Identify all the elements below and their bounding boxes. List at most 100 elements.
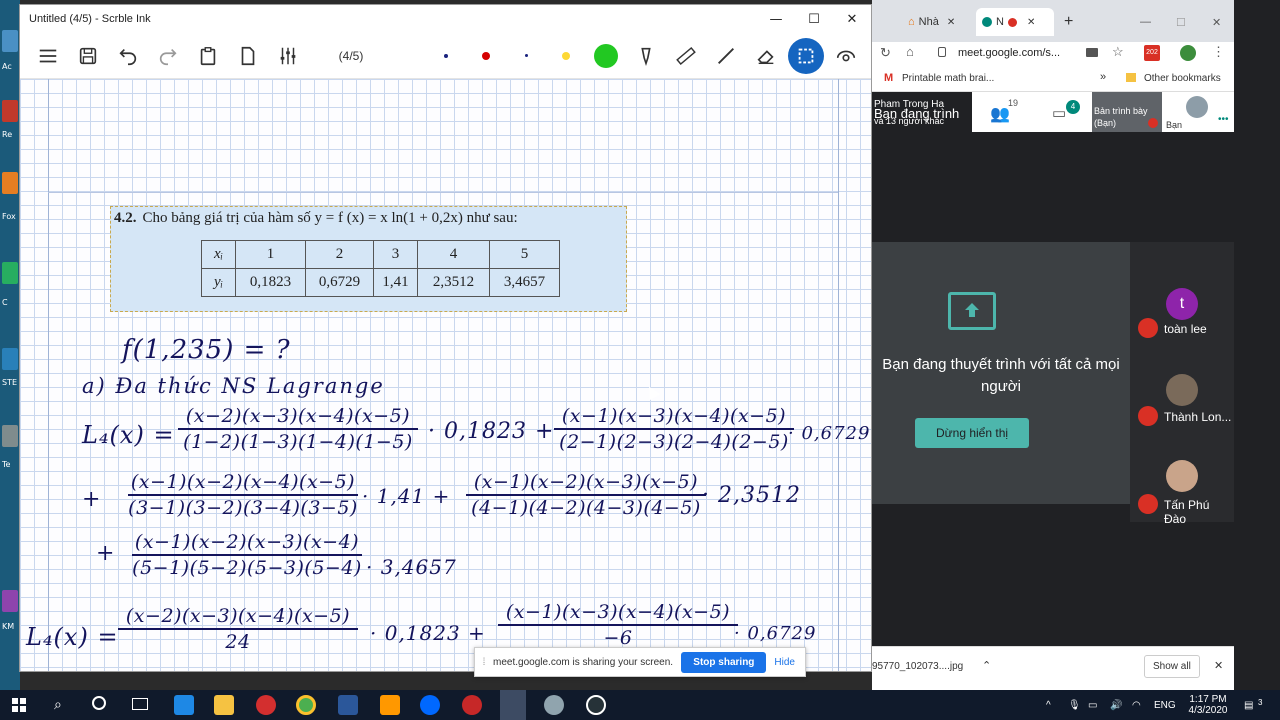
tab-nha[interactable]: ⌂ Nhà ✕ bbox=[902, 8, 970, 36]
page-icon[interactable] bbox=[228, 36, 268, 76]
new-tab-button[interactable]: + bbox=[1058, 8, 1073, 36]
windows-start-icon[interactable] bbox=[12, 698, 26, 712]
hide-button[interactable]: Hide bbox=[774, 657, 795, 668]
volume-icon[interactable]: 🔊 bbox=[1110, 690, 1122, 720]
desktop-icon[interactable] bbox=[2, 348, 18, 370]
star-icon[interactable]: ☆ bbox=[1112, 44, 1124, 60]
download-file-name[interactable]: 95770_102073....jpg bbox=[872, 661, 963, 672]
fraction-term-5: (x−1)(x−2)(x−3)(x−4) (5−1)(5−2)(5−3)(5−4… bbox=[132, 531, 362, 579]
stop-sharing-button[interactable]: Stop sharing bbox=[681, 651, 767, 673]
language-indicator[interactable]: ENG bbox=[1154, 690, 1176, 720]
app-icon[interactable] bbox=[256, 695, 276, 715]
desktop-icon[interactable] bbox=[2, 100, 18, 122]
show-all-button[interactable]: Show all bbox=[1144, 655, 1200, 678]
battery-icon[interactable]: ▭ bbox=[1088, 690, 1097, 720]
zalo-icon[interactable] bbox=[420, 695, 440, 715]
page-indicator: (4/5) bbox=[338, 48, 364, 63]
chrome-maximize-button[interactable]: ☐ bbox=[1170, 8, 1186, 36]
notification-icon[interactable]: ▤ bbox=[1244, 690, 1253, 720]
maximize-button[interactable]: ☐ bbox=[795, 5, 833, 33]
word-icon[interactable] bbox=[338, 695, 358, 715]
undo-icon[interactable] bbox=[108, 36, 148, 76]
bookmark-item[interactable]: Printable math brai... bbox=[902, 73, 994, 84]
sliders-icon[interactable] bbox=[268, 36, 308, 76]
more-menu-icon[interactable]: ⋮ bbox=[1212, 44, 1225, 60]
view-icon[interactable] bbox=[826, 36, 866, 76]
microphone-icon[interactable]: 🎙 bbox=[1068, 690, 1081, 720]
tab-close-icon[interactable]: ✕ bbox=[947, 17, 955, 28]
home-icon[interactable]: ⌂ bbox=[906, 44, 914, 59]
url-field[interactable]: meet.google.com/s... bbox=[958, 47, 1060, 59]
search-icon[interactable]: ⌕ bbox=[54, 696, 62, 713]
app-icon[interactable] bbox=[462, 695, 482, 715]
save-icon[interactable] bbox=[68, 36, 108, 76]
eraser-icon[interactable] bbox=[746, 36, 786, 76]
task-view-icon[interactable] bbox=[132, 698, 148, 710]
bookmarks-overflow[interactable]: » bbox=[1100, 71, 1106, 83]
reload-icon[interactable]: ↻ bbox=[880, 45, 891, 61]
app-icon[interactable] bbox=[586, 695, 606, 715]
scrble-taskbar-icon[interactable] bbox=[500, 690, 526, 720]
desktop-icon[interactable] bbox=[2, 590, 18, 612]
drag-handle-icon[interactable]: ⁞ bbox=[475, 657, 493, 668]
paste-icon[interactable] bbox=[188, 36, 228, 76]
edge-icon[interactable] bbox=[174, 695, 194, 715]
redo-icon[interactable] bbox=[148, 36, 188, 76]
title-bar[interactable]: Untitled (4/5) - Scrble Ink — ☐ ✕ bbox=[20, 5, 871, 33]
profile-avatar[interactable] bbox=[1180, 45, 1196, 61]
pasted-problem-image[interactable]: 4.2. Cho bảng giá trị của hàm số y = f (x… bbox=[110, 206, 627, 312]
wifi-icon[interactable]: ◠ bbox=[1132, 690, 1141, 720]
presentation-tile[interactable]: Bản trình bày (Bạn) bbox=[1092, 92, 1162, 132]
participant-avatar[interactable] bbox=[1166, 374, 1198, 406]
pen-icon[interactable] bbox=[626, 36, 666, 76]
chrome-taskbar-icon[interactable] bbox=[296, 695, 316, 715]
tray-chevron-icon[interactable]: ^ bbox=[1046, 690, 1051, 720]
desktop-icon[interactable] bbox=[2, 425, 18, 447]
desktop-icon[interactable] bbox=[2, 262, 18, 284]
presenter-tile[interactable]: Pham Trong Ha Bạn đang trình và 13 người… bbox=[872, 92, 972, 132]
people-icon[interactable]: 👥 bbox=[990, 104, 1010, 124]
extension-badge[interactable]: 202 bbox=[1144, 45, 1160, 61]
close-button[interactable]: ✕ bbox=[833, 5, 871, 33]
clock[interactable]: 1:17 PM 4/3/2020 bbox=[1184, 690, 1232, 720]
participant-name: Tấn Phú Đào bbox=[1164, 498, 1210, 526]
line-icon[interactable] bbox=[706, 36, 746, 76]
chrome-close-button[interactable]: ✕ bbox=[1206, 8, 1221, 36]
file-explorer-icon[interactable] bbox=[214, 695, 234, 715]
fraction-term-3: (x−1)(x−2)(x−4)(x−5) (3−1)(3−2)(3−4)(3−5… bbox=[128, 471, 358, 519]
mic-off-icon bbox=[1138, 318, 1158, 338]
pen-color-green[interactable] bbox=[586, 36, 626, 76]
app-icon[interactable] bbox=[544, 695, 564, 715]
tab-meet[interactable]: N ✕ bbox=[976, 8, 1054, 36]
download-close-icon[interactable]: ✕ bbox=[1214, 659, 1223, 672]
cortana-icon[interactable] bbox=[92, 696, 106, 710]
drawing-canvas[interactable]: 4.2. Cho bảng giá trị của hàm số y = f (x… bbox=[20, 79, 871, 671]
chat-icon[interactable]: ▭ bbox=[1052, 104, 1066, 122]
table-cell: 4 bbox=[417, 240, 490, 269]
pen-color-navy-small[interactable] bbox=[426, 36, 466, 76]
my-avatar[interactable] bbox=[1186, 96, 1208, 118]
camera-icon[interactable] bbox=[1086, 48, 1098, 57]
pen-color-yellow[interactable] bbox=[546, 36, 586, 76]
participant-avatar[interactable]: t bbox=[1166, 288, 1198, 320]
minimize-button[interactable]: — bbox=[757, 5, 795, 33]
menu-icon[interactable] bbox=[28, 36, 68, 76]
chevron-up-icon[interactable]: ⌃ bbox=[982, 659, 991, 672]
participants-column: t toàn lee Thành Lon... Tấn Phú Đào bbox=[1130, 242, 1234, 526]
participant-avatar[interactable] bbox=[1166, 460, 1198, 492]
select-icon[interactable] bbox=[788, 37, 824, 74]
ruler-icon[interactable] bbox=[666, 36, 706, 76]
stop-presenting-button[interactable]: Dừng hiển thị bbox=[915, 418, 1029, 448]
pen-color-navy-tiny[interactable] bbox=[506, 36, 546, 76]
other-bookmarks[interactable]: Other bookmarks bbox=[1144, 73, 1221, 84]
others-count-text: và 13 người khác bbox=[874, 116, 944, 126]
pen-color-red[interactable] bbox=[466, 36, 506, 76]
table-cell: 2 bbox=[305, 240, 374, 269]
desktop-icon[interactable] bbox=[2, 172, 18, 194]
desktop-icon[interactable] bbox=[2, 30, 18, 52]
app-icon[interactable] bbox=[380, 695, 400, 715]
chrome-minimize-button[interactable]: — bbox=[1134, 8, 1151, 36]
sharing-message: meet.google.com is sharing your screen. bbox=[493, 656, 674, 668]
tab-close-icon[interactable]: ✕ bbox=[1027, 17, 1035, 28]
more-options-icon[interactable]: ••• bbox=[1218, 114, 1229, 125]
